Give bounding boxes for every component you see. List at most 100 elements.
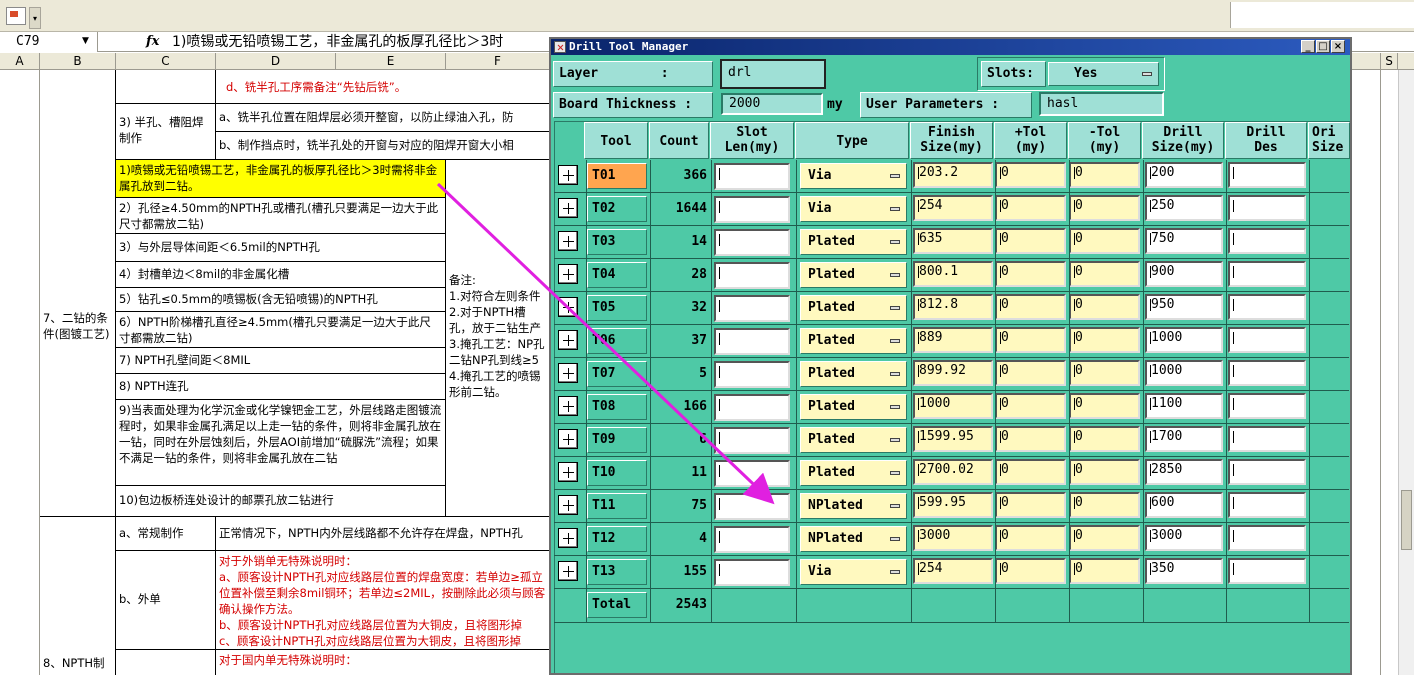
slot-len-input[interactable] — [714, 262, 790, 289]
cell-cond6[interactable]: 6）NPTH阶梯槽孔直径≥4.5mm(槽孔只要满足一边大于此尺寸都需放二钻) — [116, 312, 446, 348]
column-header-f[interactable]: F — [446, 53, 550, 70]
cell-sec8-a-text[interactable]: 正常情况下，NPTH内外层线路都不允许存在焊盘，NPTH孔 — [216, 517, 550, 551]
cell-cond3[interactable]: 3）与外层导体间距＜6.5mil的NPTH孔 — [116, 234, 446, 262]
plus-tol-input[interactable]: 0 — [995, 525, 1066, 551]
cell-cond2[interactable]: 2）孔径≥4.50mm的NPTH孔或槽孔(槽孔只要满足一边大于此尺寸都需放二钻) — [116, 198, 446, 234]
plus-box-icon[interactable] — [558, 561, 578, 581]
minus-tol-input[interactable]: 0 — [1069, 327, 1140, 353]
drill-size-input[interactable]: 1700 — [1145, 426, 1223, 452]
cell-c-blank[interactable] — [116, 70, 216, 104]
cell-b-blank[interactable] — [40, 70, 116, 160]
finish-size-input[interactable]: 812.8 — [913, 294, 993, 320]
finish-size-input[interactable]: 800.1 — [913, 261, 993, 287]
slot-len-input[interactable] — [714, 163, 790, 190]
type-dropdown[interactable]: Plated — [800, 427, 907, 453]
drill-size-input[interactable]: 900 — [1145, 261, 1223, 287]
finish-size-input[interactable]: 1599.95 — [913, 426, 993, 452]
minimize-icon[interactable]: _ — [1301, 40, 1315, 53]
board-thickness-input[interactable]: 2000 — [721, 93, 823, 115]
finish-size-input[interactable]: 635 — [913, 228, 993, 254]
plus-tol-input[interactable]: 0 — [995, 426, 1066, 452]
column-header-a[interactable]: A — [0, 53, 40, 70]
type-dropdown[interactable]: Via — [800, 196, 907, 222]
minus-tol-input[interactable]: 0 — [1069, 393, 1140, 419]
minus-tol-input[interactable]: 0 — [1069, 228, 1140, 254]
cell-sec8-a-label[interactable]: a、常规制作 — [116, 517, 216, 551]
column-header-s[interactable]: S — [1380, 53, 1398, 70]
cell-half-slot-a[interactable]: a、铣半孔位置在阻焊层必须开整窗，以防止绿油入孔，防 — [216, 104, 550, 132]
plus-tol-input[interactable]: 0 — [995, 162, 1066, 188]
column-header-d[interactable]: D — [216, 53, 336, 70]
drill-des-input[interactable] — [1228, 327, 1306, 353]
cell-cond10[interactable]: 10)包边板桥连处设计的邮票孔放二钻进行 — [116, 486, 446, 517]
plus-box-icon[interactable] — [558, 231, 578, 251]
minus-tol-input[interactable]: 0 — [1069, 360, 1140, 386]
drill-size-input[interactable]: 3000 — [1145, 525, 1223, 551]
drill-des-input[interactable] — [1228, 525, 1306, 551]
minus-tol-input[interactable]: 0 — [1069, 492, 1140, 518]
cell-cond1-selected[interactable]: 1)喷锡或无铅喷锡工艺，非金属孔的板厚孔径比＞3时需将非金属孔放到二钻。 — [116, 160, 446, 198]
plus-box-icon[interactable] — [558, 330, 578, 350]
slot-len-input[interactable] — [714, 460, 790, 487]
finish-size-input[interactable]: 254 — [913, 195, 993, 221]
cell-half-slot-label[interactable]: 3) 半孔、槽阻焊制作 — [116, 104, 216, 160]
slot-len-input[interactable] — [714, 394, 790, 421]
minus-tol-input[interactable]: 0 — [1069, 426, 1140, 452]
finish-size-input[interactable]: 254 — [913, 558, 993, 584]
drill-des-input[interactable] — [1228, 426, 1306, 452]
drill-size-input[interactable]: 950 — [1145, 294, 1223, 320]
plus-box-icon[interactable] — [558, 528, 578, 548]
slot-len-input[interactable] — [714, 493, 790, 520]
tool-button[interactable]: T04 — [587, 262, 647, 288]
minus-tol-input[interactable]: 0 — [1069, 162, 1140, 188]
slot-len-input[interactable] — [714, 559, 790, 586]
finish-size-input[interactable]: 203.2 — [913, 162, 993, 188]
plus-tol-input[interactable]: 0 — [995, 195, 1066, 221]
finish-size-input[interactable]: 599.95 — [913, 492, 993, 518]
type-dropdown[interactable]: Plated — [800, 460, 907, 486]
maximize-icon[interactable]: □ — [1316, 40, 1330, 53]
plus-box-icon[interactable] — [558, 429, 578, 449]
close-icon[interactable]: × — [1331, 40, 1345, 53]
cell-sec8-b-label[interactable]: b、外单 — [116, 551, 216, 650]
drill-des-input[interactable] — [1228, 459, 1306, 485]
type-dropdown[interactable]: Plated — [800, 394, 907, 420]
finish-size-input[interactable]: 899.92 — [913, 360, 993, 386]
cell-sec8-b-text[interactable]: 对于外销单无特殊说明时： a、顾客设计NPTH孔对应线路层位置的焊盘宽度：若单边… — [216, 551, 550, 650]
cell-cond7[interactable]: 7) NPTH孔壁间距＜8MIL — [116, 348, 446, 374]
drill-des-input[interactable] — [1228, 228, 1306, 254]
cell-sec8-label[interactable]: 8、NPTH制 — [40, 517, 116, 675]
type-dropdown[interactable]: Plated — [800, 361, 907, 387]
plus-box-icon[interactable] — [558, 495, 578, 515]
minus-tol-input[interactable]: 0 — [1069, 195, 1140, 221]
fx-icon[interactable]: fx — [146, 32, 159, 52]
tool-button[interactable]: T09 — [587, 427, 647, 453]
column-header-b[interactable]: B — [40, 53, 116, 70]
tool-button[interactable]: T08 — [587, 394, 647, 420]
slots-dropdown[interactable]: Yes — [1048, 62, 1159, 86]
minus-tol-input[interactable]: 0 — [1069, 558, 1140, 584]
layer-input[interactable]: drl — [720, 59, 826, 89]
minus-tol-input[interactable]: 0 — [1069, 525, 1140, 551]
slot-len-input[interactable] — [714, 361, 790, 388]
scrollbar-thumb[interactable] — [1401, 490, 1412, 550]
tool-button[interactable]: T03 — [587, 229, 647, 255]
plus-tol-input[interactable]: 0 — [995, 492, 1066, 518]
user-params-input[interactable]: hasl — [1039, 92, 1164, 116]
cell-sec7-label[interactable]: 7、二钻的条件(图镀工艺) — [40, 160, 116, 517]
cell-cond5[interactable]: 5）钻孔≤0.5mm的喷锡板(含无铅喷锡)的NPTH孔 — [116, 288, 446, 312]
plus-box-icon[interactable] — [558, 462, 578, 482]
column-header-c[interactable]: C — [116, 53, 216, 70]
plus-tol-input[interactable]: 0 — [995, 294, 1066, 320]
drill-size-input[interactable]: 350 — [1145, 558, 1223, 584]
vertical-scrollbar[interactable] — [1398, 70, 1414, 675]
finish-size-input[interactable]: 889 — [913, 327, 993, 353]
tool-button[interactable]: T10 — [587, 460, 647, 486]
type-dropdown[interactable]: Via — [800, 163, 907, 189]
toolbar-dropdown-icon[interactable]: ▾ — [29, 7, 41, 29]
tool-button[interactable]: T13 — [587, 559, 647, 585]
finish-size-input[interactable]: 3000 — [913, 525, 993, 551]
plus-box-icon[interactable] — [558, 396, 578, 416]
slot-len-input[interactable] — [714, 526, 790, 553]
drill-size-input[interactable]: 250 — [1145, 195, 1223, 221]
